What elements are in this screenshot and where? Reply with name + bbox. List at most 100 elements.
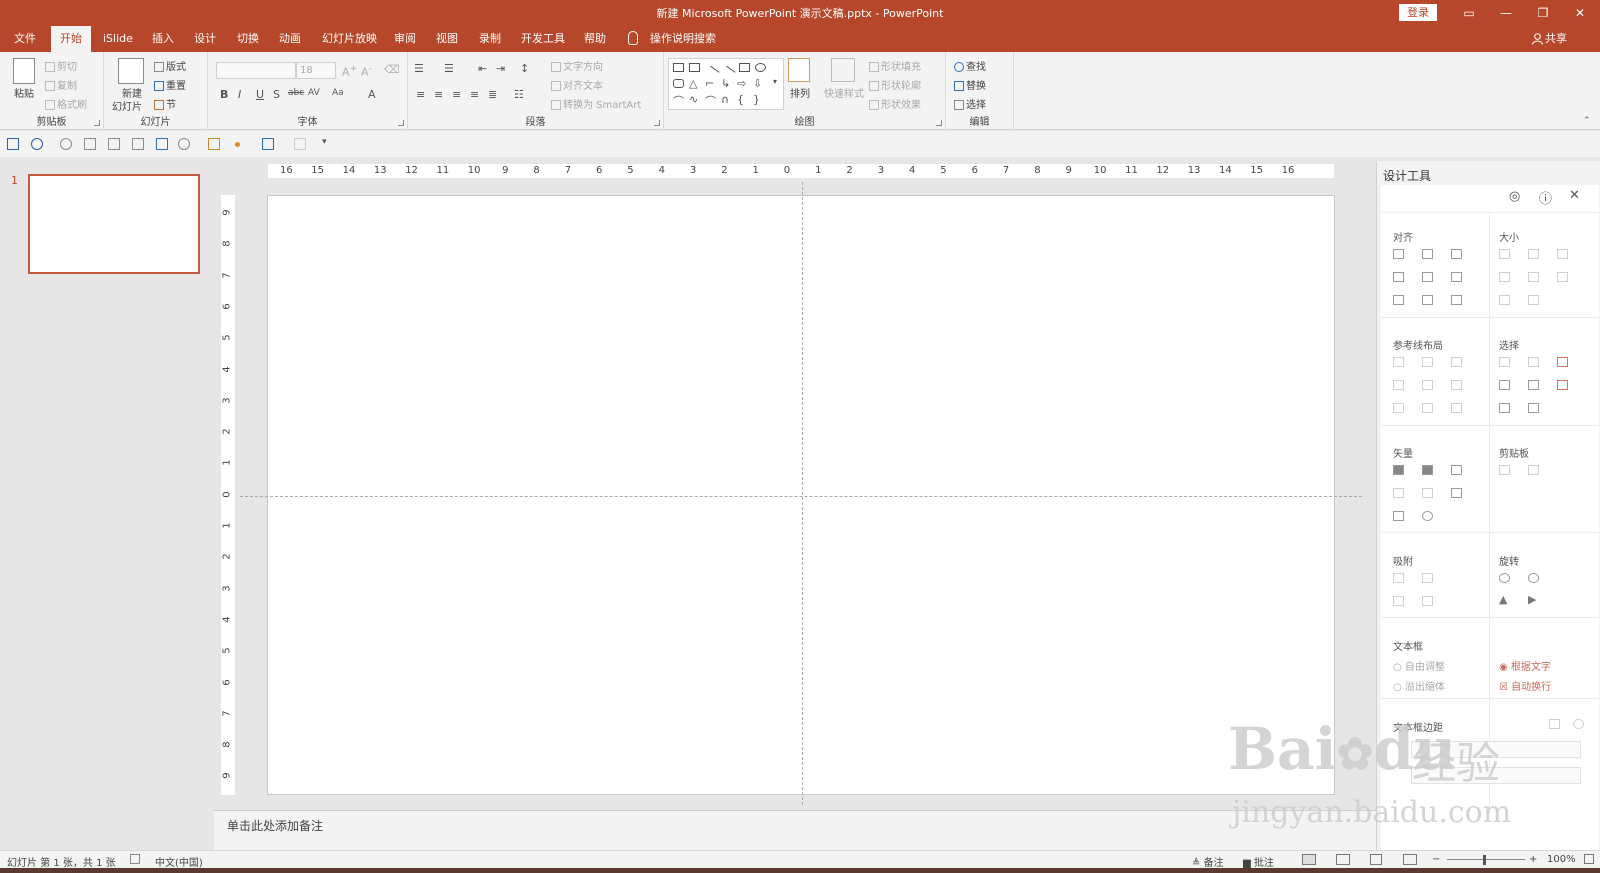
language-indicator[interactable]: 中文(中国): [155, 854, 203, 869]
zoom-slider-thumb[interactable]: [1483, 855, 1486, 865]
select-similar-icon[interactable]: [1528, 357, 1539, 367]
quick-styles-button[interactable]: 快速样式: [824, 85, 864, 100]
guide-bottom-icon[interactable]: [1451, 380, 1462, 390]
zoom-in-icon[interactable]: +: [1529, 854, 1537, 865]
redo-icon[interactable]: [60, 138, 72, 150]
slideshow-view-icon[interactable]: [1403, 854, 1417, 865]
snap-left-icon[interactable]: [1393, 573, 1404, 583]
paste-button[interactable]: 粘贴: [14, 85, 34, 100]
same-size-icon[interactable]: [1557, 249, 1568, 259]
minimize-icon[interactable]: —: [1488, 2, 1524, 24]
slide-canvas[interactable]: [267, 195, 1335, 795]
select-top-icon[interactable]: [1499, 380, 1510, 390]
shape-fill-button[interactable]: 形状填充: [869, 58, 921, 73]
arrange-button[interactable]: 排列: [790, 85, 810, 100]
help-icon[interactable]: ⓘ: [1539, 188, 1552, 207]
shapes-qat-icon[interactable]: [156, 138, 168, 150]
slide-info[interactable]: 幻灯片 第 1 张，共 1 张: [7, 854, 116, 869]
zoom-level[interactable]: 100%: [1547, 854, 1576, 865]
shape-effects-button[interactable]: 形状效果: [869, 96, 921, 111]
freeform-shape-icon[interactable]: ⌒: [673, 93, 684, 109]
tab-insert[interactable]: 插入: [148, 26, 178, 52]
drawing-launcher-icon[interactable]: [936, 120, 942, 126]
tab-developer[interactable]: 开发工具: [517, 26, 569, 52]
quick-styles-icon[interactable]: [831, 58, 855, 82]
shapes-gallery[interactable]: △ ⌐ ↳ ⇨ ⇩ ⌒ ∿ ⌒ ∩ { } ▾: [668, 58, 784, 110]
snap-right-icon[interactable]: [1422, 573, 1433, 583]
rectangle-shape-icon[interactable]: [739, 63, 750, 72]
shapes-more-icon[interactable]: ▾: [773, 77, 777, 86]
shadow-icon[interactable]: S: [273, 88, 280, 101]
grow-font-icon[interactable]: A+: [342, 63, 357, 79]
tab-record[interactable]: 录制: [475, 26, 505, 52]
tab-home[interactable]: 开始: [51, 26, 91, 52]
textbox-shape-icon[interactable]: [673, 63, 684, 72]
align-right-tool-icon[interactable]: [1451, 249, 1462, 259]
slideshow-icon[interactable]: [84, 138, 96, 150]
guide-hspace-icon[interactable]: [1393, 403, 1404, 413]
tab-slideshow[interactable]: 幻灯片放映: [318, 26, 381, 52]
rotate-left-icon[interactable]: [1499, 573, 1510, 583]
login-button[interactable]: 登录: [1399, 4, 1437, 21]
tab-help[interactable]: 帮助: [580, 26, 610, 52]
new-slide-icon[interactable]: [118, 58, 144, 84]
increase-indent-icon[interactable]: ⇥: [496, 62, 505, 75]
tab-islide[interactable]: iSlide: [99, 26, 137, 52]
left-brace-shape-icon[interactable]: {: [737, 93, 744, 106]
guide-right-icon[interactable]: [1451, 357, 1462, 367]
distribute-v-tool-icon[interactable]: [1422, 295, 1433, 305]
oval-shape-icon[interactable]: [755, 63, 766, 72]
clear-format-icon[interactable]: ⌫: [384, 63, 400, 76]
select-bottom-icon[interactable]: [1499, 403, 1510, 413]
snap-top-icon[interactable]: [1393, 596, 1404, 606]
normal-view-icon[interactable]: [1302, 854, 1316, 865]
bold-icon[interactable]: B: [220, 88, 228, 101]
slide-sorter-icon[interactable]: [1336, 854, 1350, 865]
extend-right-icon[interactable]: [1528, 272, 1539, 282]
link-icon[interactable]: [1422, 511, 1433, 521]
auto-wrap-option[interactable]: ☒ 自动换行: [1499, 678, 1551, 693]
tab-review[interactable]: 审阅: [390, 26, 420, 52]
align-text-button[interactable]: 对齐文本: [551, 77, 603, 92]
italic-icon[interactable]: I: [238, 88, 241, 101]
guide-top-icon[interactable]: [1393, 380, 1404, 390]
distribute-grid-tool-icon[interactable]: [1451, 295, 1462, 305]
font-size-combo[interactable]: 18: [296, 62, 336, 79]
select-same-icon[interactable]: [1499, 357, 1510, 367]
char-spacing-icon[interactable]: AV: [308, 88, 320, 98]
vertical-textbox-shape-icon[interactable]: [689, 63, 700, 72]
align-center-icon[interactable]: ≡: [434, 88, 443, 101]
guide-middle-icon[interactable]: [1422, 380, 1433, 390]
shrink-font-icon[interactable]: A-: [361, 63, 372, 79]
align-left-icon[interactable]: ≡: [416, 88, 425, 101]
elbow-arrow-shape-icon[interactable]: ↳: [721, 77, 730, 90]
guide-vspace-icon[interactable]: [1422, 403, 1433, 413]
group-qat-icon[interactable]: [262, 138, 274, 150]
shape-outline-button[interactable]: 形状轮廓: [869, 77, 921, 92]
paste-tool-icon[interactable]: [1528, 465, 1539, 475]
save-icon[interactable]: [7, 138, 19, 150]
edit-points-icon[interactable]: [1451, 488, 1462, 498]
rotate-right-icon[interactable]: [1528, 573, 1539, 583]
underline-icon[interactable]: U: [256, 88, 264, 101]
new-slide-qat-icon[interactable]: [132, 138, 144, 150]
paragraph-launcher-icon[interactable]: [654, 120, 660, 126]
triangle-shape-icon[interactable]: △: [689, 77, 697, 90]
pane-close-icon[interactable]: ✕: [1569, 188, 1580, 203]
reading-view-icon[interactable]: [1370, 854, 1382, 865]
flip-horizontal-icon[interactable]: ▶: [1528, 593, 1536, 606]
curve-shape-icon[interactable]: ∩: [721, 93, 729, 106]
fragment-icon[interactable]: [1451, 465, 1462, 475]
ribbon-display-options-icon[interactable]: ▭: [1451, 2, 1487, 24]
tell-me-search[interactable]: 操作说明搜索: [646, 26, 720, 52]
layout-button[interactable]: 版式: [154, 58, 186, 73]
select-button[interactable]: 选择: [954, 96, 986, 111]
accessibility-icon[interactable]: [130, 854, 140, 864]
reset-button[interactable]: 重置: [154, 77, 186, 92]
overflow-shrink-option[interactable]: ○ 溢出缩体: [1393, 678, 1445, 693]
combine-icon[interactable]: [1422, 465, 1433, 475]
clipboard-launcher-icon[interactable]: [94, 120, 100, 126]
close-icon[interactable]: ✕: [1562, 2, 1598, 24]
convert-smartart-button[interactable]: 转换为 SmartArt: [551, 96, 641, 111]
justify-icon[interactable]: ≡: [470, 88, 479, 101]
